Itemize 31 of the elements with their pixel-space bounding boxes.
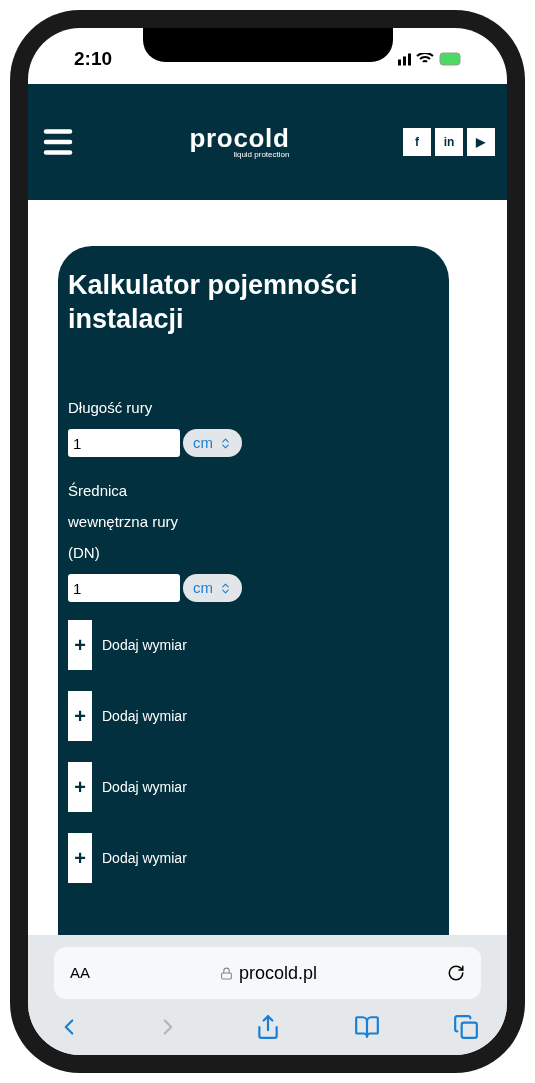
logo-tagline: liquid protection bbox=[233, 151, 290, 159]
text-size-button[interactable]: AA bbox=[70, 961, 90, 985]
add-button[interactable]: + bbox=[68, 691, 92, 741]
add-dimension-label[interactable]: Dodaj wymiar bbox=[102, 776, 187, 798]
updown-icon bbox=[219, 581, 232, 595]
add-dimension-label[interactable]: Dodaj wymiar bbox=[102, 847, 187, 869]
field-label: Długość rury bbox=[68, 398, 154, 418]
field-label: Średnica wewnętrzna rury (DN) bbox=[68, 481, 180, 563]
logo-text[interactable]: procold bbox=[189, 125, 290, 151]
social-link[interactable]: ▶ bbox=[467, 128, 495, 156]
wifi-icon bbox=[416, 53, 434, 65]
input-field[interactable]: 1 bbox=[68, 429, 180, 457]
social-link[interactable]: in bbox=[435, 128, 463, 156]
add-button[interactable]: + bbox=[68, 762, 92, 812]
address-bar[interactable]: AA procold.pl bbox=[54, 947, 481, 999]
book-icon[interactable] bbox=[353, 1014, 380, 1040]
tabs-icon[interactable] bbox=[453, 1014, 479, 1040]
calculator-title: Kalkulator pojemności instalacji bbox=[68, 269, 359, 336]
url-text: procold.pl bbox=[239, 961, 318, 985]
add-dimension-label[interactable]: Dodaj wymiar bbox=[102, 705, 187, 727]
add-button[interactable]: + bbox=[68, 620, 92, 670]
reload-icon[interactable] bbox=[447, 964, 465, 982]
battery-icon bbox=[439, 52, 461, 66]
social-link[interactable]: f bbox=[403, 128, 431, 156]
updown-icon bbox=[219, 436, 232, 450]
input-field[interactable]: 1 bbox=[68, 574, 180, 602]
status-time: 2:10 bbox=[74, 46, 113, 71]
lock-icon bbox=[220, 966, 233, 980]
signal-icon bbox=[398, 52, 411, 66]
add-button[interactable]: + bbox=[68, 833, 92, 883]
add-dimension-label[interactable]: Dodaj wymiar bbox=[102, 634, 187, 656]
